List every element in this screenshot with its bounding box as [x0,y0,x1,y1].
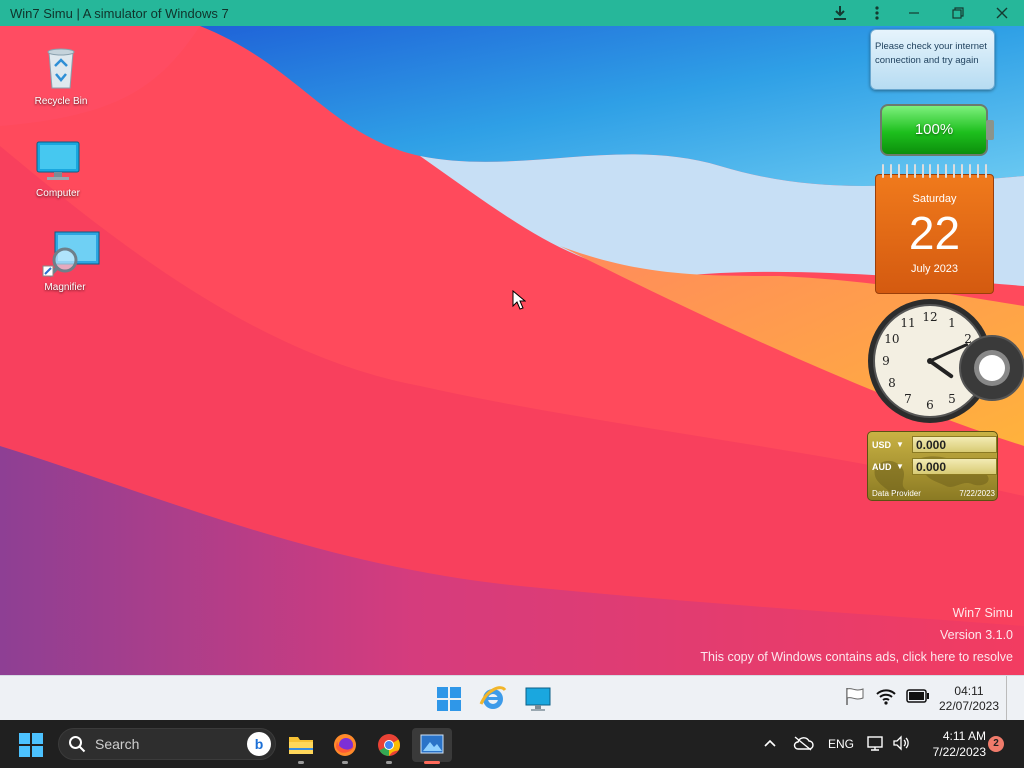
file-explorer-icon[interactable] [281,728,321,764]
desktop-icon-magnifier[interactable]: Magnifier [30,230,100,293]
desktop-icon-label: Magnifier [44,282,86,293]
restore-button[interactable] [936,0,980,26]
close-button[interactable] [980,0,1024,26]
clock-numeral: 10 [884,332,899,346]
clock-numeral: 9 [882,354,890,368]
host-taskbar: Search b ENG 4:11 AM 7/22/2023 2 [0,720,1024,768]
currency-from-input[interactable]: 0.000 [912,436,997,453]
win7-simu-app-icon[interactable] [412,728,452,764]
minimize-button[interactable] [892,0,936,26]
search-icon [59,735,95,753]
app-active-indicator [424,761,440,764]
chevron-up-icon[interactable] [760,737,780,751]
calendar-rings [875,164,994,178]
host-time: 4:11 AM [942,729,986,743]
more-options-button[interactable] [862,0,892,26]
desktop-icon-computer[interactable]: Computer [23,136,93,199]
analog-clock: 121234567891011 [868,299,1024,423]
calendar-gadget[interactable]: Saturday 22 July 2023 [875,164,994,294]
simulated-tray [844,676,930,721]
host-tray: ENG [760,720,914,768]
watermark-ads-notice[interactable]: This copy of Windows contains ads, click… [700,646,1013,668]
simulated-taskbar: 04:11 22/07/2023 [0,675,1024,721]
activation-watermark[interactable]: Win7 Simu Version 3.1.0 This copy of Win… [700,602,1013,668]
app-title: Win7 Simu | A simulator of Windows 7 [10,5,229,21]
desktop-icon-recycle-bin[interactable]: Recycle Bin [26,44,96,107]
clock-numeral: 5 [948,392,956,406]
download-icon [834,6,846,20]
windows-11-start-button[interactable] [18,732,44,758]
language-indicator[interactable]: ENG [828,737,858,751]
notification-badge[interactable]: 2 [988,736,1004,752]
desktop[interactable]: Recycle Bin Computer Magnifier Please ch… [0,26,1024,675]
currency-provider[interactable]: Data Provider [872,489,921,498]
clock-numeral: 7 [904,392,912,406]
bing-icon[interactable]: b [247,732,271,756]
currency-to-code[interactable]: AUD [872,462,896,472]
host-search-box[interactable]: Search b [58,728,276,760]
clock-gadget[interactable]: 121234567891011 [866,298,1024,428]
battery-gadget[interactable]: 100% [880,104,994,156]
simulated-clock[interactable]: 04:11 22/07/2023 [930,684,1008,714]
chevron-down-icon[interactable]: ▼ [896,462,912,471]
chevron-down-icon[interactable]: ▼ [896,440,912,449]
weather-gadget[interactable]: Please check your internet connection an… [870,29,995,90]
network-error-message: Please check your internet connection an… [875,41,987,66]
search-placeholder: Search [95,736,140,752]
currency-footer: Data Provider 7/22/2023 [872,489,995,498]
clock-numeral: 12 [922,310,937,324]
calendar-page: Saturday 22 July 2023 [875,174,994,294]
restore-icon [952,7,964,19]
minimize-icon [909,12,919,14]
windows-logo-icon [19,733,43,757]
mouse-cursor-icon [512,290,526,310]
more-vert-icon [875,6,879,20]
currency-to-row: AUD ▼ 0.000 [872,458,997,475]
action-center-flag-icon[interactable] [844,686,866,711]
clock-numeral: 11 [900,316,915,330]
currency-from-code[interactable]: USD [872,440,896,450]
currency-gadget[interactable]: USD ▼ 0.000 AUD ▼ 0.000 Data Provider 7/… [867,431,998,501]
internet-explorer-icon[interactable] [478,684,508,714]
app-running-indicator [386,761,392,764]
download-button[interactable] [818,0,862,26]
calendar-weekday: Saturday [912,193,957,205]
host-date: 7/22/2023 [932,745,986,759]
host-clock[interactable]: 4:11 AM 7/22/2023 [916,728,986,760]
computer-icon [34,136,82,184]
cloud-offline-icon[interactable] [792,735,814,754]
battery-percentage: 100% [914,121,954,138]
chrome-icon[interactable] [369,728,409,764]
calendar-month-year: July 2023 [910,263,959,275]
calendar-day: 22 [908,207,961,259]
app-running-indicator [298,761,304,764]
clock-numeral: 8 [888,376,896,390]
app-title-bar: Win7 Simu | A simulator of Windows 7 [0,0,1024,26]
volume-icon[interactable] [892,734,914,754]
firefox-icon[interactable] [325,728,365,764]
recycle-bin-icon [37,44,85,92]
clock-numeral: 1 [948,316,956,330]
app-running-indicator [342,761,348,764]
show-desktop-button[interactable] [1006,676,1007,721]
watermark-version: Version 3.1.0 [940,628,1013,642]
desktop-icon-label: Computer [36,188,80,199]
clock-numeral: 6 [926,398,934,412]
currency-date: 7/22/2023 [959,489,995,498]
wifi-icon[interactable] [875,687,897,710]
currency-to-input[interactable]: 0.000 [912,458,997,475]
simulated-time: 04:11 [954,684,984,698]
desktop-icon-label: Recycle Bin [34,96,88,107]
close-icon [996,7,1008,19]
watermark-product: Win7 Simu [952,606,1013,620]
currency-from-row: USD ▼ 0.000 [872,436,997,453]
monitor-icon[interactable] [523,684,553,714]
battery-icon[interactable] [906,689,930,708]
network-icon[interactable] [866,735,888,754]
magnifier-icon [41,230,100,278]
simulated-date: 22/07/2023 [938,699,1000,713]
windows-start-icon[interactable] [434,684,464,714]
